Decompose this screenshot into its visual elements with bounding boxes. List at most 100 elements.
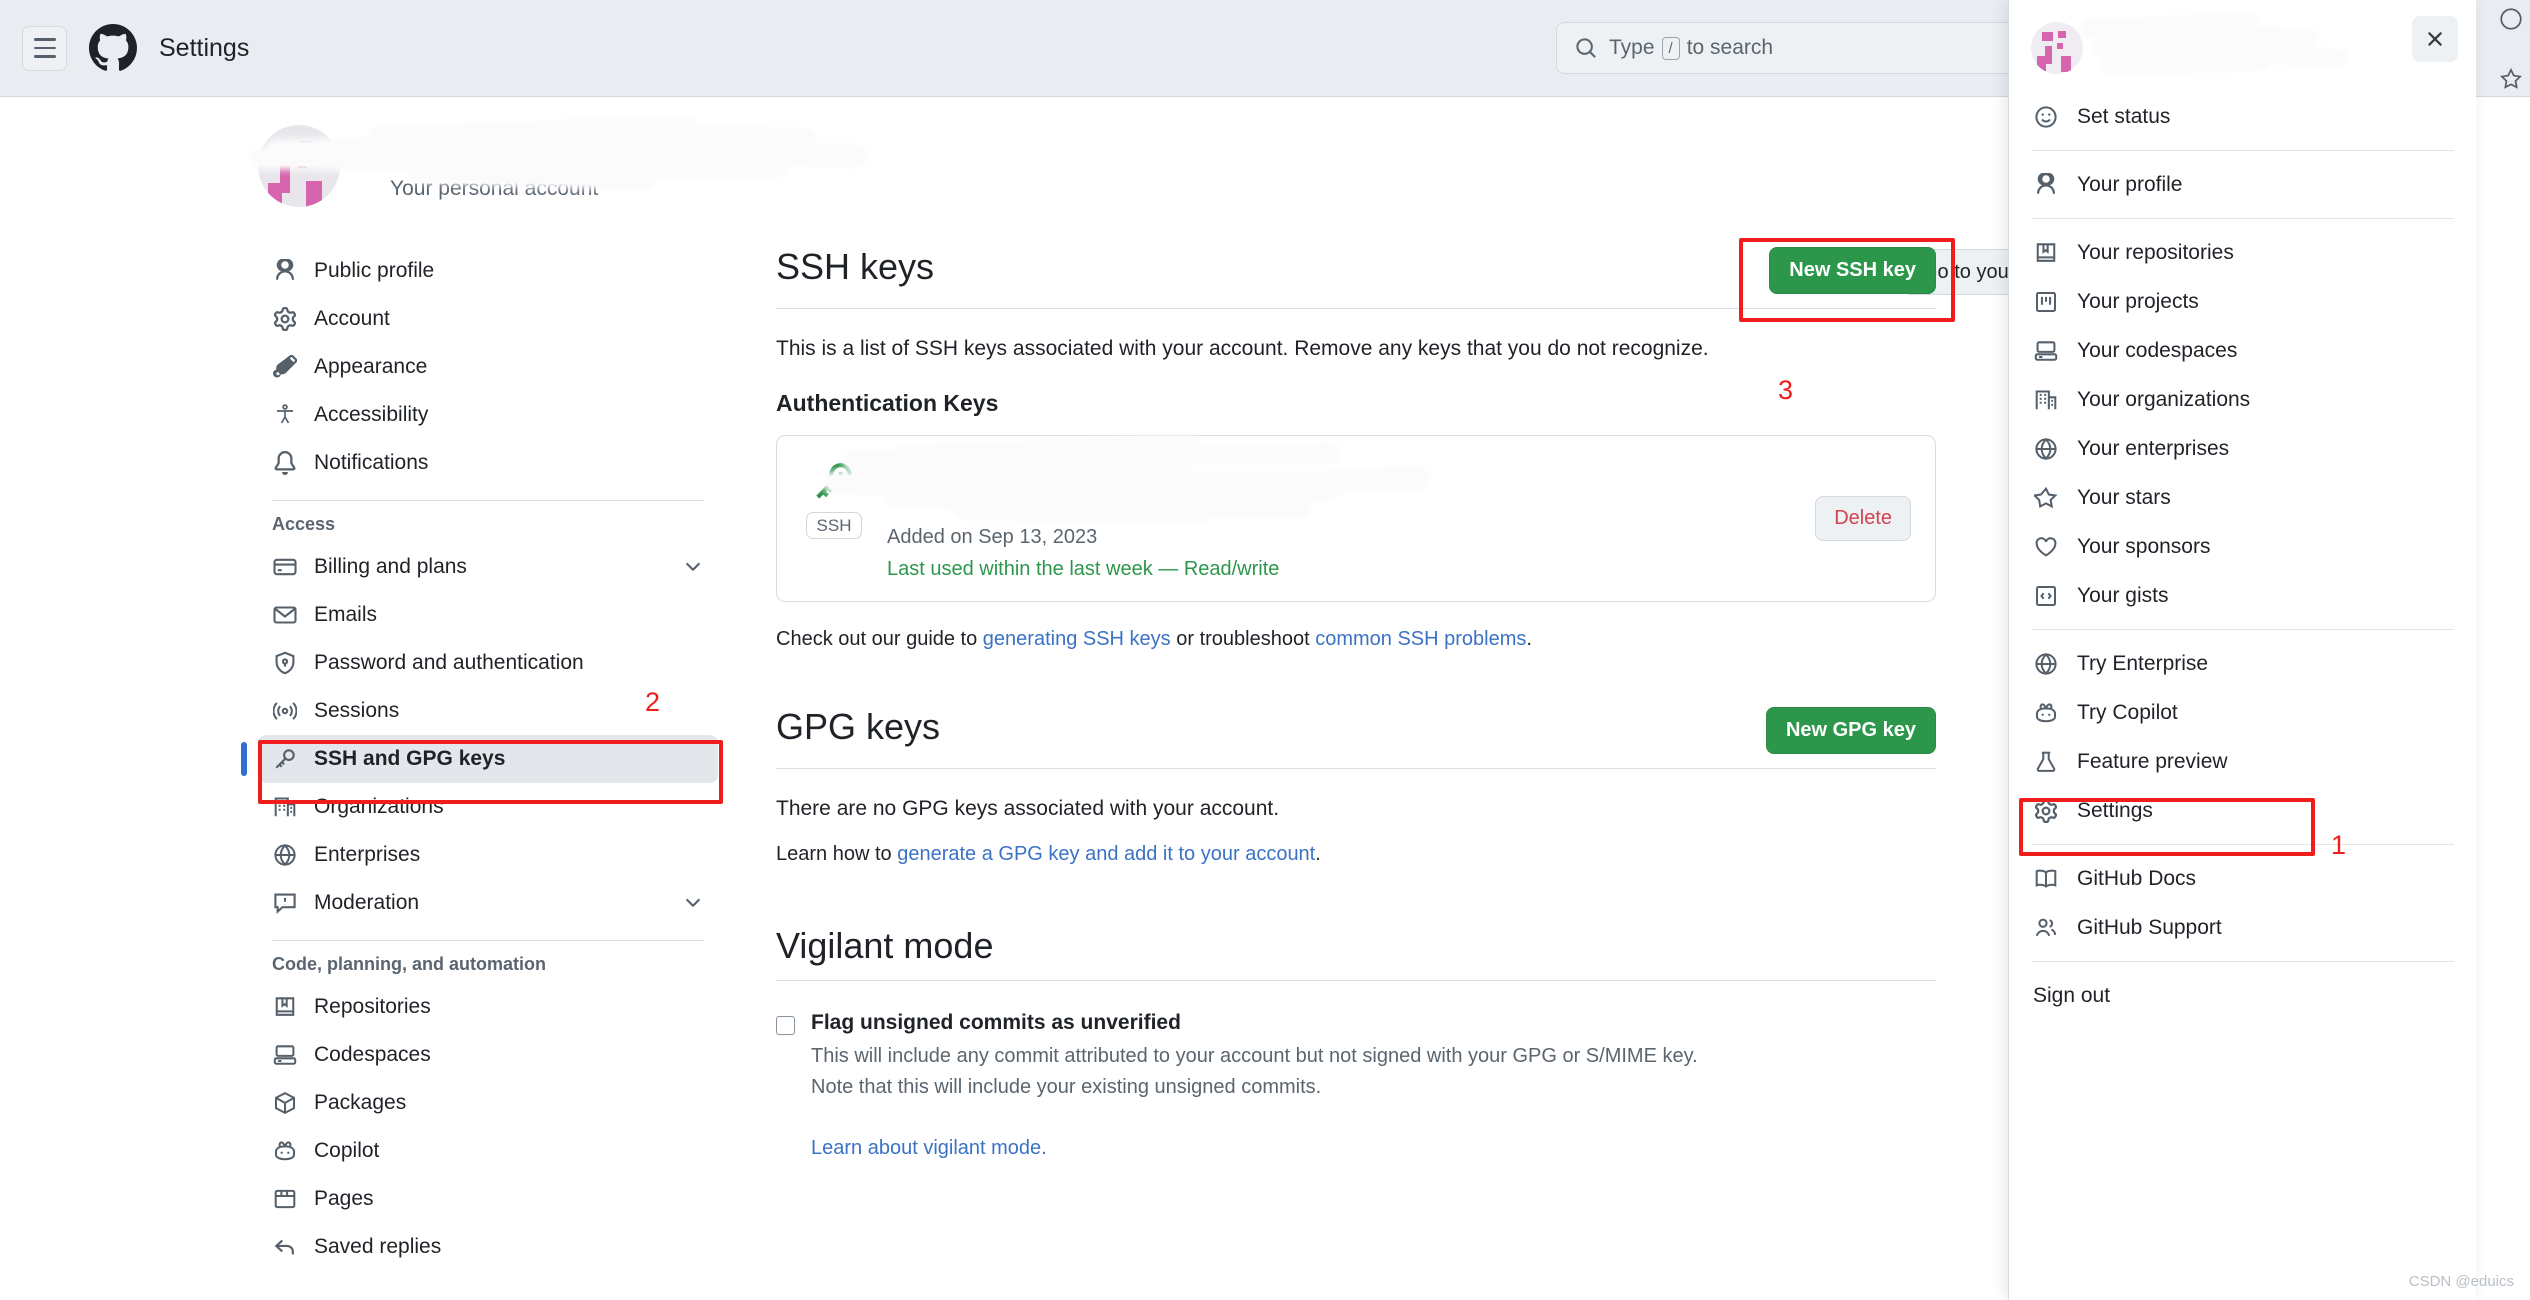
sidebar-item-notifications[interactable]: Notifications bbox=[258, 439, 718, 487]
sidebar-item-enterprises[interactable]: Enterprises bbox=[258, 831, 718, 879]
dropdown-item-your-enterprises[interactable]: Your enterprises bbox=[2009, 424, 2476, 473]
shield-lock-icon bbox=[272, 650, 298, 676]
dropdown-item-try-copilot[interactable]: Try Copilot bbox=[2009, 688, 2476, 737]
sidebar-item-copilot[interactable]: Copilot bbox=[258, 1127, 718, 1175]
new-ssh-key-button[interactable]: New SSH key bbox=[1769, 247, 1936, 294]
generate-gpg-key-link[interactable]: generate a GPG key and add it to your ac… bbox=[897, 843, 1315, 865]
sidebar-item-label: Public profile bbox=[314, 259, 435, 282]
divider bbox=[776, 979, 1936, 981]
vigilant-checkbox-texts: Flag unsigned commits as unverified This… bbox=[811, 1011, 1698, 1099]
sidebar-item-codespaces[interactable]: Codespaces bbox=[258, 1031, 718, 1079]
sidebar-item-moderation[interactable]: Moderation bbox=[258, 879, 718, 927]
learn-about-vigilant-mode-link[interactable]: Learn about vigilant mode. bbox=[811, 1137, 1047, 1159]
bell-icon bbox=[272, 450, 298, 476]
sidebar-item-label: Emails bbox=[314, 603, 378, 626]
sidebar-item-appearance[interactable]: Appearance bbox=[258, 343, 718, 391]
gear-icon bbox=[2033, 798, 2059, 824]
sidebar-item-emails[interactable]: Emails bbox=[258, 591, 718, 639]
beaker-icon bbox=[2033, 749, 2059, 775]
star-icon[interactable] bbox=[2498, 66, 2524, 97]
dropdown-item-set-status[interactable]: Set status bbox=[2009, 92, 2476, 141]
sidebar-item-packages[interactable]: Packages bbox=[258, 1079, 718, 1127]
dropdown-item-sign-out[interactable]: Sign out bbox=[2009, 971, 2476, 1020]
dropdown-item-settings[interactable]: Settings bbox=[2009, 786, 2476, 835]
dropdown-item-your-sponsors[interactable]: Your sponsors bbox=[2009, 522, 2476, 571]
chevron-down-icon[interactable] bbox=[682, 892, 704, 914]
dropdown-item-label: Set status bbox=[2077, 104, 2171, 128]
dropdown-user-names bbox=[2084, 17, 2347, 74]
flag-unsigned-commits-checkbox[interactable] bbox=[776, 1015, 795, 1035]
sidebar-item-label: Enterprises bbox=[314, 843, 421, 866]
sidebar-item-account[interactable]: Account bbox=[258, 295, 718, 343]
chevron-down-icon[interactable] bbox=[682, 556, 704, 578]
settings-sidebar: Public profile Account Appearance Access… bbox=[241, 247, 718, 1271]
sidebar-item-accessibility[interactable]: Accessibility bbox=[258, 391, 718, 439]
dropdown-item-label: Sign out bbox=[2033, 983, 2111, 1007]
generating-ssh-keys-link[interactable]: generating SSH keys bbox=[983, 628, 1171, 650]
people-icon bbox=[2033, 915, 2059, 941]
vigilant-description-1: This will include any commit attributed … bbox=[811, 1044, 1698, 1067]
vigilant-learn-row: Learn about vigilant mode. bbox=[811, 1137, 1936, 1160]
smiley-icon bbox=[2033, 104, 2059, 130]
guide-prefix: Check out our guide to bbox=[776, 628, 983, 650]
gpg-learn-prefix: Learn how to bbox=[776, 843, 898, 865]
sidebar-item-label: Repositories bbox=[314, 995, 431, 1018]
dropdown-item-your-profile[interactable]: Your profile bbox=[2009, 160, 2476, 209]
search-placeholder-prefix: Type bbox=[1609, 36, 1655, 59]
dropdown-item-try-enterprise[interactable]: Try Enterprise bbox=[2009, 639, 2476, 688]
divider bbox=[2031, 629, 2454, 630]
package-icon bbox=[272, 1090, 298, 1116]
dropdown-item-your-projects[interactable]: Your projects bbox=[2009, 277, 2476, 326]
sidebar-item-organizations[interactable]: Organizations bbox=[258, 783, 718, 831]
common-ssh-problems-link[interactable]: common SSH problems bbox=[1315, 628, 1526, 650]
dropdown-item-your-repositories[interactable]: Your repositories bbox=[2009, 228, 2476, 277]
hamburger-line bbox=[33, 38, 56, 41]
dropdown-item-label: Your organizations bbox=[2077, 387, 2251, 411]
star-icon bbox=[2033, 485, 2059, 511]
sidebar-item-repositories[interactable]: Repositories bbox=[258, 983, 718, 1031]
sidebar-item-saved-replies[interactable]: Saved replies bbox=[258, 1223, 718, 1271]
circle-icon[interactable] bbox=[2498, 6, 2524, 37]
dropdown-item-your-codespaces[interactable]: Your codespaces bbox=[2009, 326, 2476, 375]
guide-middle: or troubleshoot bbox=[1170, 628, 1316, 650]
close-icon[interactable] bbox=[2412, 16, 2458, 62]
globe-icon bbox=[2033, 436, 2059, 462]
avatar[interactable] bbox=[258, 125, 340, 207]
sidebar-item-sessions[interactable]: Sessions bbox=[258, 687, 718, 735]
divider bbox=[2031, 218, 2454, 219]
dropdown-item-your-gists[interactable]: Your gists bbox=[2009, 571, 2476, 620]
mail-icon bbox=[272, 602, 298, 628]
hamburger-line bbox=[33, 46, 56, 50]
dropdown-item-feature-preview[interactable]: Feature preview bbox=[2009, 737, 2476, 786]
delete-ssh-key-button[interactable]: Delete bbox=[1815, 496, 1911, 541]
ssh-key-details: Added on Sep 13, 2023 Last used within t… bbox=[826, 439, 1795, 581]
sidebar-item-label: Codespaces bbox=[314, 1043, 431, 1066]
new-gpg-key-button[interactable]: New GPG key bbox=[1765, 707, 1936, 754]
codespaces-icon bbox=[272, 1042, 298, 1068]
sidebar-item-billing-and-plans[interactable]: Billing and plans bbox=[258, 543, 718, 591]
user-account-dropdown: Set status Your profile Your repositorie… bbox=[2008, 0, 2476, 1300]
sidebar-item-label: Pages bbox=[314, 1187, 374, 1210]
broadcast-icon bbox=[272, 698, 298, 724]
sidebar-item-public-profile[interactable]: Public profile bbox=[258, 247, 718, 295]
sidebar-item-label: Packages bbox=[314, 1091, 407, 1114]
sidebar-item-password-and-authentication[interactable]: Password and authentication bbox=[258, 639, 718, 687]
sidebar-item-pages[interactable]: Pages bbox=[258, 1175, 718, 1223]
copilot-icon bbox=[272, 1138, 298, 1164]
sidebar-item-label: Organizations bbox=[314, 795, 444, 818]
avatar[interactable] bbox=[2031, 22, 2083, 74]
vigilant-mode-header: Vigilant mode bbox=[776, 926, 1936, 966]
dropdown-item-github-support[interactable]: GitHub Support bbox=[2009, 903, 2476, 952]
dropdown-item-github-docs[interactable]: GitHub Docs bbox=[2009, 854, 2476, 903]
dropdown-item-your-organizations[interactable]: Your organizations bbox=[2009, 375, 2476, 424]
hamburger-menu-icon[interactable] bbox=[22, 25, 67, 71]
account-header: Your personal account bbox=[252, 115, 864, 225]
github-logo-icon[interactable] bbox=[89, 24, 137, 72]
sidebar-item-ssh-and-gpg-keys[interactable]: SSH and GPG keys bbox=[241, 735, 718, 783]
search-input[interactable]: Type / to search bbox=[1556, 22, 2076, 74]
key-icon bbox=[272, 746, 298, 772]
repo-icon bbox=[2033, 240, 2059, 266]
dropdown-item-label: Your sponsors bbox=[2077, 534, 2211, 558]
search-slash-key: / bbox=[1661, 36, 1680, 60]
dropdown-item-your-stars[interactable]: Your stars bbox=[2009, 473, 2476, 522]
